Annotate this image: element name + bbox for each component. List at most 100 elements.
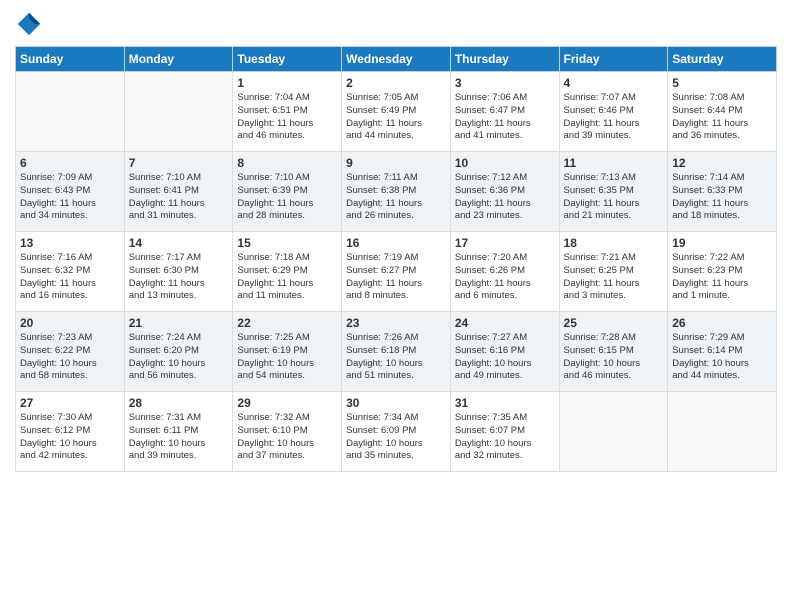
calendar-cell: 24 Sunrise: 7:27 AM Sunset: 6:16 PM Dayli… bbox=[450, 312, 559, 392]
day-number: 25 bbox=[564, 316, 664, 330]
day-number: 26 bbox=[672, 316, 772, 330]
day-info: Sunrise: 7:34 AM Sunset: 6:09 PM Dayligh… bbox=[346, 412, 446, 463]
calendar-cell: 16 Sunrise: 7:19 AM Sunset: 6:27 PM Dayli… bbox=[342, 232, 451, 312]
day-info: Sunrise: 7:26 AM Sunset: 6:18 PM Dayligh… bbox=[346, 332, 446, 383]
calendar-cell: 21 Sunrise: 7:24 AM Sunset: 6:20 PM Dayli… bbox=[124, 312, 233, 392]
day-number: 15 bbox=[237, 236, 337, 250]
calendar-cell: 15 Sunrise: 7:18 AM Sunset: 6:29 PM Dayli… bbox=[233, 232, 342, 312]
calendar-cell: 20 Sunrise: 7:23 AM Sunset: 6:22 PM Dayli… bbox=[16, 312, 125, 392]
calendar-cell: 10 Sunrise: 7:12 AM Sunset: 6:36 PM Dayli… bbox=[450, 152, 559, 232]
weekday-header-cell: Tuesday bbox=[233, 47, 342, 72]
calendar-cell: 13 Sunrise: 7:16 AM Sunset: 6:32 PM Dayli… bbox=[16, 232, 125, 312]
day-number: 16 bbox=[346, 236, 446, 250]
day-number: 31 bbox=[455, 396, 555, 410]
calendar-cell: 27Sunrise: 7:30 AM Sunset: 6:12 PM Dayli… bbox=[16, 392, 125, 472]
day-info: Sunrise: 7:29 AM Sunset: 6:14 PM Dayligh… bbox=[672, 332, 772, 383]
day-info: Sunrise: 7:12 AM Sunset: 6:36 PM Dayligh… bbox=[455, 172, 555, 223]
day-number: 22 bbox=[237, 316, 337, 330]
day-number: 11 bbox=[564, 156, 664, 170]
day-info: Sunrise: 7:28 AM Sunset: 6:15 PM Dayligh… bbox=[564, 332, 664, 383]
day-number: 7 bbox=[129, 156, 229, 170]
calendar-cell: 28 Sunrise: 7:31 AM Sunset: 6:11 PM Dayli… bbox=[124, 392, 233, 472]
calendar-cell bbox=[16, 72, 125, 152]
calendar-week-row: 27Sunrise: 7:30 AM Sunset: 6:12 PM Dayli… bbox=[16, 392, 777, 472]
weekday-header-cell: Monday bbox=[124, 47, 233, 72]
day-info: Sunrise: 7:24 AM Sunset: 6:20 PM Dayligh… bbox=[129, 332, 229, 383]
weekday-header-cell: Thursday bbox=[450, 47, 559, 72]
day-number: 20 bbox=[20, 316, 120, 330]
day-info: Sunrise: 7:14 AM Sunset: 6:33 PM Dayligh… bbox=[672, 172, 772, 223]
day-info: Sunrise: 7:07 AM Sunset: 6:46 PM Dayligh… bbox=[564, 92, 664, 143]
day-number: 24 bbox=[455, 316, 555, 330]
day-info: Sunrise: 7:18 AM Sunset: 6:29 PM Dayligh… bbox=[237, 252, 337, 303]
calendar-cell: 5 Sunrise: 7:08 AM Sunset: 6:44 PM Daylig… bbox=[668, 72, 777, 152]
weekday-header-cell: Saturday bbox=[668, 47, 777, 72]
day-info: Sunrise: 7:13 AM Sunset: 6:35 PM Dayligh… bbox=[564, 172, 664, 223]
day-info: Sunrise: 7:11 AM Sunset: 6:38 PM Dayligh… bbox=[346, 172, 446, 223]
calendar-cell: 6 Sunrise: 7:09 AM Sunset: 6:43 PM Daylig… bbox=[16, 152, 125, 232]
calendar-cell: 30 Sunrise: 7:34 AM Sunset: 6:09 PM Dayli… bbox=[342, 392, 451, 472]
calendar-cell bbox=[124, 72, 233, 152]
calendar-cell: 26 Sunrise: 7:29 AM Sunset: 6:14 PM Dayli… bbox=[668, 312, 777, 392]
day-info: Sunrise: 7:23 AM Sunset: 6:22 PM Dayligh… bbox=[20, 332, 120, 383]
calendar-cell: 9 Sunrise: 7:11 AM Sunset: 6:38 PM Daylig… bbox=[342, 152, 451, 232]
day-number: 8 bbox=[237, 156, 337, 170]
calendar-cell: 11 Sunrise: 7:13 AM Sunset: 6:35 PM Dayli… bbox=[559, 152, 668, 232]
calendar-week-row: 1Sunrise: 7:04 AM Sunset: 6:51 PM Daylig… bbox=[16, 72, 777, 152]
calendar-table: SundayMondayTuesdayWednesdayThursdayFrid… bbox=[15, 46, 777, 472]
day-number: 18 bbox=[564, 236, 664, 250]
day-info: Sunrise: 7:09 AM Sunset: 6:43 PM Dayligh… bbox=[20, 172, 120, 223]
weekday-header-cell: Friday bbox=[559, 47, 668, 72]
header bbox=[15, 10, 777, 38]
calendar-cell: 23 Sunrise: 7:26 AM Sunset: 6:18 PM Dayli… bbox=[342, 312, 451, 392]
calendar-cell: 8Sunrise: 7:10 AM Sunset: 6:39 PM Daylig… bbox=[233, 152, 342, 232]
weekday-header-cell: Wednesday bbox=[342, 47, 451, 72]
day-info: Sunrise: 7:05 AM Sunset: 6:49 PM Dayligh… bbox=[346, 92, 446, 143]
calendar-cell: 29 Sunrise: 7:32 AM Sunset: 6:10 PM Dayli… bbox=[233, 392, 342, 472]
calendar-cell: 7 Sunrise: 7:10 AM Sunset: 6:41 PM Daylig… bbox=[124, 152, 233, 232]
calendar-week-row: 6 Sunrise: 7:09 AM Sunset: 6:43 PM Daylig… bbox=[16, 152, 777, 232]
day-number: 13 bbox=[20, 236, 120, 250]
day-info: Sunrise: 7:06 AM Sunset: 6:47 PM Dayligh… bbox=[455, 92, 555, 143]
day-number: 2 bbox=[346, 76, 446, 90]
day-number: 12 bbox=[672, 156, 772, 170]
day-info: Sunrise: 7:35 AM Sunset: 6:07 PM Dayligh… bbox=[455, 412, 555, 463]
calendar-cell: 4Sunrise: 7:07 AM Sunset: 6:46 PM Daylig… bbox=[559, 72, 668, 152]
calendar-cell: 14Sunrise: 7:17 AM Sunset: 6:30 PM Dayli… bbox=[124, 232, 233, 312]
logo bbox=[15, 10, 47, 38]
day-info: Sunrise: 7:27 AM Sunset: 6:16 PM Dayligh… bbox=[455, 332, 555, 383]
day-info: Sunrise: 7:10 AM Sunset: 6:41 PM Dayligh… bbox=[129, 172, 229, 223]
day-info: Sunrise: 7:19 AM Sunset: 6:27 PM Dayligh… bbox=[346, 252, 446, 303]
day-number: 30 bbox=[346, 396, 446, 410]
day-number: 21 bbox=[129, 316, 229, 330]
day-info: Sunrise: 7:25 AM Sunset: 6:19 PM Dayligh… bbox=[237, 332, 337, 383]
day-number: 27 bbox=[20, 396, 120, 410]
calendar-cell: 25 Sunrise: 7:28 AM Sunset: 6:15 PM Dayli… bbox=[559, 312, 668, 392]
calendar-cell: 22 Sunrise: 7:25 AM Sunset: 6:19 PM Dayli… bbox=[233, 312, 342, 392]
day-info: Sunrise: 7:20 AM Sunset: 6:26 PM Dayligh… bbox=[455, 252, 555, 303]
calendar-cell: 17Sunrise: 7:20 AM Sunset: 6:26 PM Dayli… bbox=[450, 232, 559, 312]
day-number: 6 bbox=[20, 156, 120, 170]
weekday-header-cell: Sunday bbox=[16, 47, 125, 72]
day-info: Sunrise: 7:17 AM Sunset: 6:30 PM Dayligh… bbox=[129, 252, 229, 303]
day-number: 29 bbox=[237, 396, 337, 410]
calendar-week-row: 20 Sunrise: 7:23 AM Sunset: 6:22 PM Dayli… bbox=[16, 312, 777, 392]
day-info: Sunrise: 7:32 AM Sunset: 6:10 PM Dayligh… bbox=[237, 412, 337, 463]
page: SundayMondayTuesdayWednesdayThursdayFrid… bbox=[0, 0, 792, 487]
day-info: Sunrise: 7:21 AM Sunset: 6:25 PM Dayligh… bbox=[564, 252, 664, 303]
day-info: Sunrise: 7:31 AM Sunset: 6:11 PM Dayligh… bbox=[129, 412, 229, 463]
day-number: 10 bbox=[455, 156, 555, 170]
calendar-cell: 2 Sunrise: 7:05 AM Sunset: 6:49 PM Daylig… bbox=[342, 72, 451, 152]
weekday-header-row: SundayMondayTuesdayWednesdayThursdayFrid… bbox=[16, 47, 777, 72]
day-number: 28 bbox=[129, 396, 229, 410]
day-number: 5 bbox=[672, 76, 772, 90]
day-info: Sunrise: 7:22 AM Sunset: 6:23 PM Dayligh… bbox=[672, 252, 772, 303]
day-info: Sunrise: 7:08 AM Sunset: 6:44 PM Dayligh… bbox=[672, 92, 772, 143]
day-info: Sunrise: 7:16 AM Sunset: 6:32 PM Dayligh… bbox=[20, 252, 120, 303]
calendar-cell: 19Sunrise: 7:22 AM Sunset: 6:23 PM Dayli… bbox=[668, 232, 777, 312]
day-number: 9 bbox=[346, 156, 446, 170]
logo-icon bbox=[15, 10, 43, 38]
calendar-body: 1Sunrise: 7:04 AM Sunset: 6:51 PM Daylig… bbox=[16, 72, 777, 472]
calendar-cell bbox=[668, 392, 777, 472]
day-number: 23 bbox=[346, 316, 446, 330]
